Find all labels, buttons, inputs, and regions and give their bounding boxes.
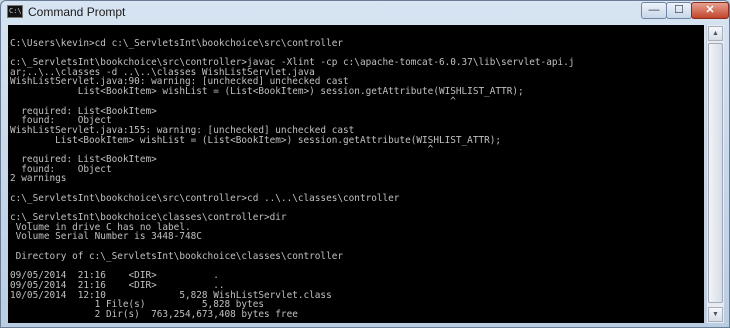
- console-line: C:\Users\kevin>cd c:\_ServletsInt\bookch…: [10, 37, 344, 49]
- title-bar[interactable]: C:\ Command Prompt — ☐ ✕: [1, 1, 729, 23]
- console-app-icon[interactable]: C:\: [7, 5, 23, 18]
- console-line: required: List<BookItem>: [10, 153, 157, 165]
- maximize-button[interactable]: ☐: [666, 2, 692, 19]
- console-line: found: Object: [10, 163, 112, 175]
- close-button[interactable]: ✕: [691, 2, 729, 19]
- console-line: Directory of c:\_ServletsInt\bookchoice\…: [10, 250, 344, 262]
- console-text: C:\Users\kevin>cd c:\_ServletsInt\bookch…: [8, 25, 704, 323]
- minimize-button[interactable]: —: [641, 2, 667, 19]
- console-line: c:\_ServletsInt\bookchoice\src\controlle…: [10, 192, 400, 204]
- scroll-thumb[interactable]: [708, 43, 723, 303]
- console-line: required: List<BookItem>: [10, 105, 157, 117]
- scroll-down-arrow-icon[interactable]: ▼: [708, 307, 723, 322]
- vertical-scrollbar[interactable]: ▲ ▼: [706, 25, 724, 323]
- console-output-area[interactable]: C:\Users\kevin>cd c:\_ServletsInt\bookch…: [8, 25, 704, 323]
- command-prompt-window: C:\ Command Prompt — ☐ ✕ C:\Users\kevin>…: [0, 0, 730, 328]
- console-line: 2 warnings: [10, 173, 67, 185]
- window-title: Command Prompt: [28, 5, 126, 19]
- console-line: 2 Dir(s) 763,254,673,408 bytes free: [10, 308, 298, 320]
- console-line: Volume Serial Number is 3448-748C: [10, 231, 202, 243]
- scroll-up-arrow-icon[interactable]: ▲: [708, 26, 723, 41]
